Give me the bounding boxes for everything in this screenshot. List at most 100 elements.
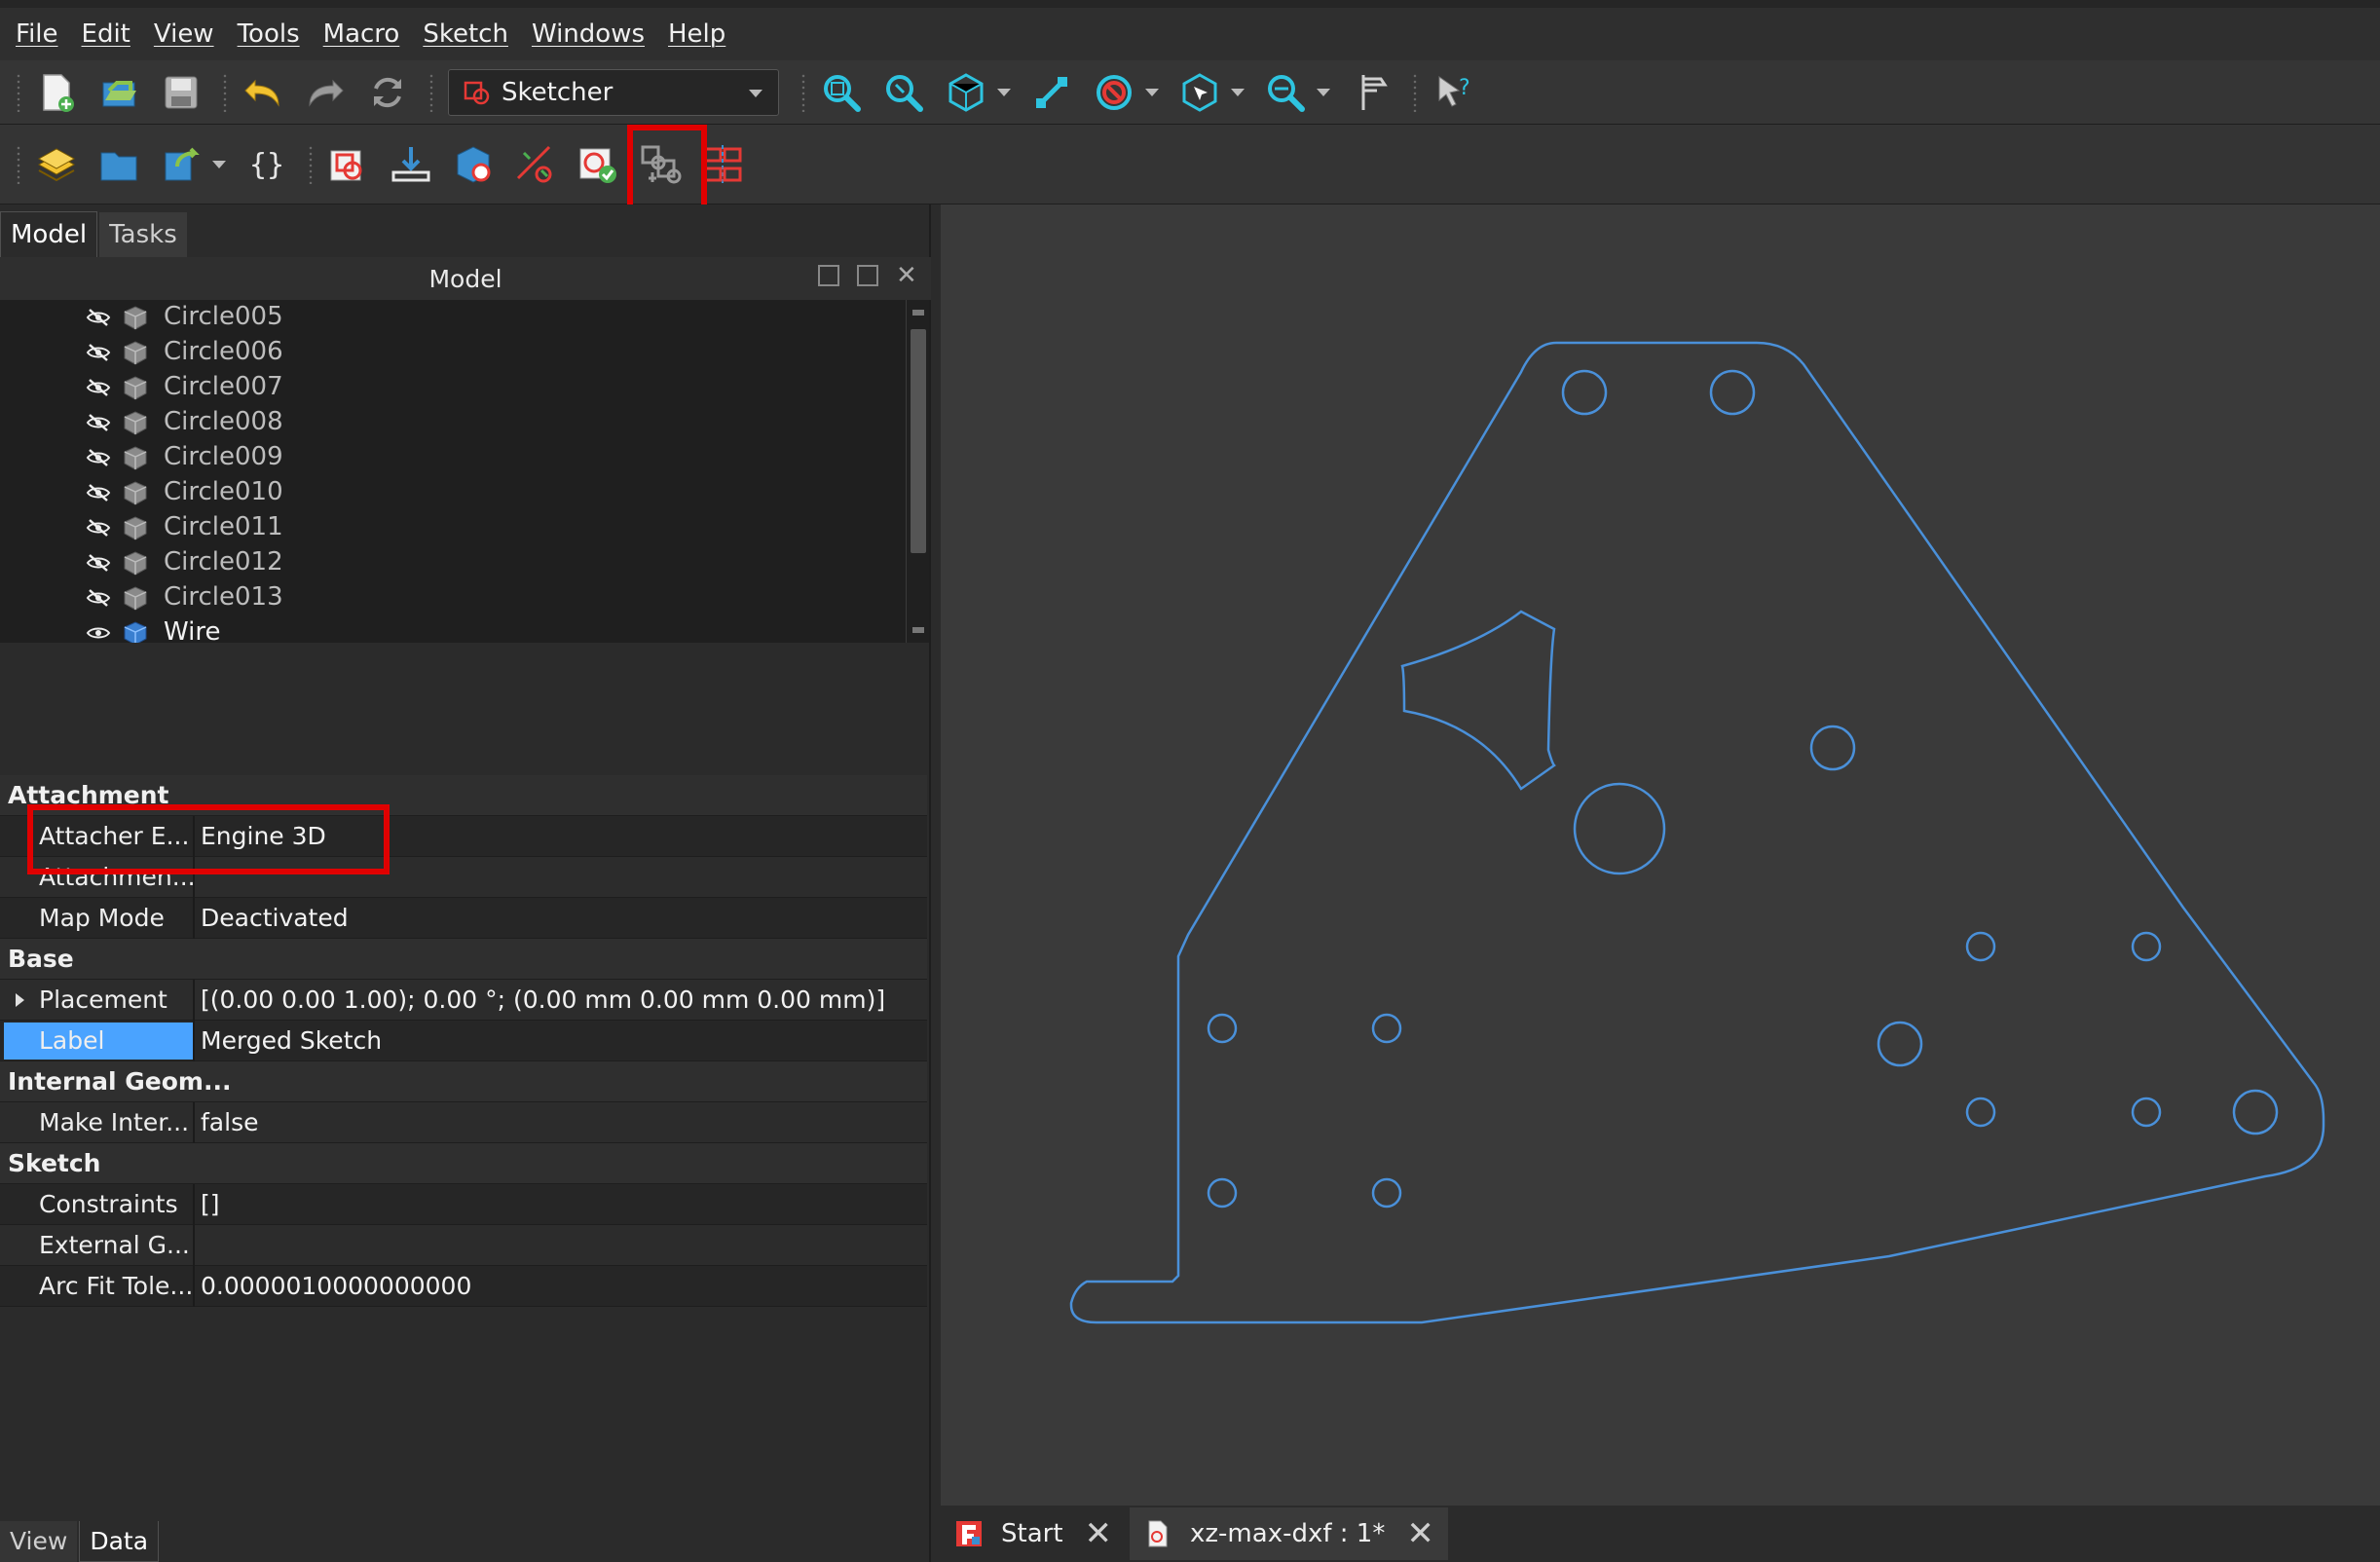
property-value[interactable]: Deactivated — [201, 904, 349, 932]
save-button[interactable] — [156, 67, 206, 118]
property-value[interactable]: false — [201, 1108, 258, 1136]
hole[interactable] — [1371, 1013, 1402, 1044]
tree-item[interactable]: Circle009 — [0, 440, 906, 475]
property-row[interactable]: Map Mode Deactivated — [0, 898, 927, 939]
triangular-pocket[interactable] — [1400, 610, 1556, 791]
tree-item[interactable]: Circle011 — [0, 510, 906, 545]
property-group[interactable]: Sketch — [0, 1143, 927, 1184]
eye-hidden-icon[interactable] — [86, 553, 111, 573]
tree-item[interactable]: Circle006 — [0, 335, 906, 370]
toolbar-grip[interactable] — [308, 144, 314, 184]
expression-button[interactable]: {} — [242, 139, 292, 190]
3d-viewport[interactable] — [941, 205, 2380, 1506]
property-row[interactable]: Constraints [] — [0, 1184, 927, 1225]
eye-hidden-icon[interactable] — [86, 308, 111, 327]
doc-tab-start[interactable]: Start ✕ — [941, 1507, 1126, 1560]
eye-hidden-icon[interactable] — [86, 448, 111, 467]
property-value[interactable]: [] — [201, 1190, 220, 1218]
eye-hidden-icon[interactable] — [86, 378, 111, 397]
hole[interactable] — [1965, 1097, 1996, 1128]
eye-icon[interactable] — [86, 623, 111, 643]
column-divider[interactable] — [193, 980, 195, 1021]
chevron-down-icon[interactable] — [1231, 88, 1245, 96]
tree-scrollbar[interactable] — [906, 300, 929, 643]
tab-model[interactable]: Model — [0, 211, 98, 257]
tree-item[interactable]: Circle012 — [0, 545, 906, 580]
hole[interactable] — [1709, 369, 1756, 416]
validate-sketch-button[interactable] — [510, 139, 561, 190]
tree-item[interactable]: Circle008 — [0, 405, 906, 440]
property-value[interactable]: 0.0000010000000000 — [201, 1272, 471, 1300]
eye-hidden-icon[interactable] — [86, 343, 111, 362]
property-row[interactable]: Label Merged Sketch — [0, 1021, 927, 1061]
column-divider[interactable] — [193, 1021, 195, 1061]
menu-file[interactable]: File — [16, 19, 58, 49]
column-divider[interactable] — [193, 1184, 195, 1225]
hole[interactable] — [1573, 782, 1666, 875]
scroll-up-icon[interactable] — [912, 310, 924, 316]
refresh-button[interactable] — [362, 67, 413, 118]
scrollbar-thumb[interactable] — [911, 329, 926, 553]
create-group-button[interactable] — [93, 139, 144, 190]
collapse-icon[interactable] — [818, 265, 839, 286]
scroll-down-icon[interactable] — [912, 627, 924, 633]
property-row[interactable]: Arc Fit Tole... 0.0000010000000000 — [0, 1266, 927, 1307]
tree-item[interactable]: Circle005 — [0, 300, 906, 335]
hole[interactable] — [2131, 931, 2162, 962]
chevron-down-icon[interactable] — [997, 88, 1011, 96]
hole[interactable] — [1965, 931, 1996, 962]
hole[interactable] — [1371, 1177, 1402, 1209]
outer-contour[interactable] — [1069, 341, 2325, 1324]
expand-arrow-icon[interactable] — [16, 993, 24, 1007]
menu-help[interactable]: Help — [668, 19, 725, 49]
undo-button[interactable] — [238, 67, 288, 118]
eye-hidden-icon[interactable] — [86, 518, 111, 538]
fit-selection-button[interactable] — [878, 67, 929, 118]
create-link-button[interactable] — [156, 139, 206, 190]
eye-hidden-icon[interactable] — [86, 588, 111, 608]
draw-style-button[interactable] — [1089, 67, 1139, 118]
chevron-down-icon[interactable] — [212, 160, 226, 168]
property-value[interactable]: Merged Sketch — [201, 1026, 382, 1055]
map-sketch-button[interactable] — [386, 139, 436, 190]
menu-edit[interactable]: Edit — [82, 19, 130, 49]
toolbar-grip[interactable] — [1412, 72, 1418, 112]
hole[interactable] — [1207, 1177, 1238, 1209]
view-sketch-button[interactable] — [573, 139, 623, 190]
eye-hidden-icon[interactable] — [86, 483, 111, 502]
tab-tasks[interactable]: Tasks — [99, 212, 187, 257]
new-sketch-button[interactable] — [323, 139, 374, 190]
column-divider[interactable] — [193, 1102, 195, 1143]
reorient-sketch-button[interactable] — [448, 139, 499, 190]
toolbar-grip[interactable] — [800, 72, 806, 112]
property-row[interactable]: Placement [(0.00 0.00 1.00); 0.00 °; (0.0… — [0, 980, 927, 1021]
property-group[interactable]: Internal Geom... — [0, 1061, 927, 1102]
column-divider[interactable] — [193, 898, 195, 939]
tab-data[interactable]: Data — [79, 1521, 160, 1562]
fit-all-button[interactable] — [816, 67, 867, 118]
standard-views-button[interactable] — [941, 67, 991, 118]
create-part-button[interactable] — [31, 139, 82, 190]
doc-tab-document[interactable]: xz-max-dxf : 1* ✕ — [1130, 1507, 1448, 1560]
property-row[interactable]: External G... — [0, 1225, 927, 1266]
tree-item[interactable]: Wire — [0, 615, 906, 643]
selection-view-button[interactable] — [1174, 67, 1225, 118]
close-icon[interactable]: ✕ — [1085, 1517, 1113, 1550]
measure-button[interactable] — [1026, 67, 1077, 118]
toolbar-grip[interactable] — [428, 72, 434, 112]
sketch-canvas[interactable] — [941, 205, 2380, 1506]
float-icon[interactable] — [857, 265, 878, 286]
hole[interactable] — [1207, 1013, 1238, 1044]
hole[interactable] — [2232, 1089, 2279, 1135]
close-icon[interactable]: ✕ — [896, 263, 917, 288]
property-value[interactable]: [(0.00 0.00 1.00); 0.00 °; (0.00 mm 0.00… — [201, 986, 885, 1014]
chevron-down-icon[interactable] — [1317, 88, 1330, 96]
property-group[interactable]: Base — [0, 939, 927, 980]
zoom-button[interactable] — [1260, 67, 1311, 118]
measure-distance-button[interactable] — [1346, 67, 1396, 118]
open-document-button[interactable] — [93, 67, 144, 118]
new-document-button[interactable] — [31, 67, 82, 118]
hole[interactable] — [1809, 725, 1856, 771]
toolbar-grip[interactable] — [16, 144, 21, 184]
eye-hidden-icon[interactable] — [86, 413, 111, 432]
